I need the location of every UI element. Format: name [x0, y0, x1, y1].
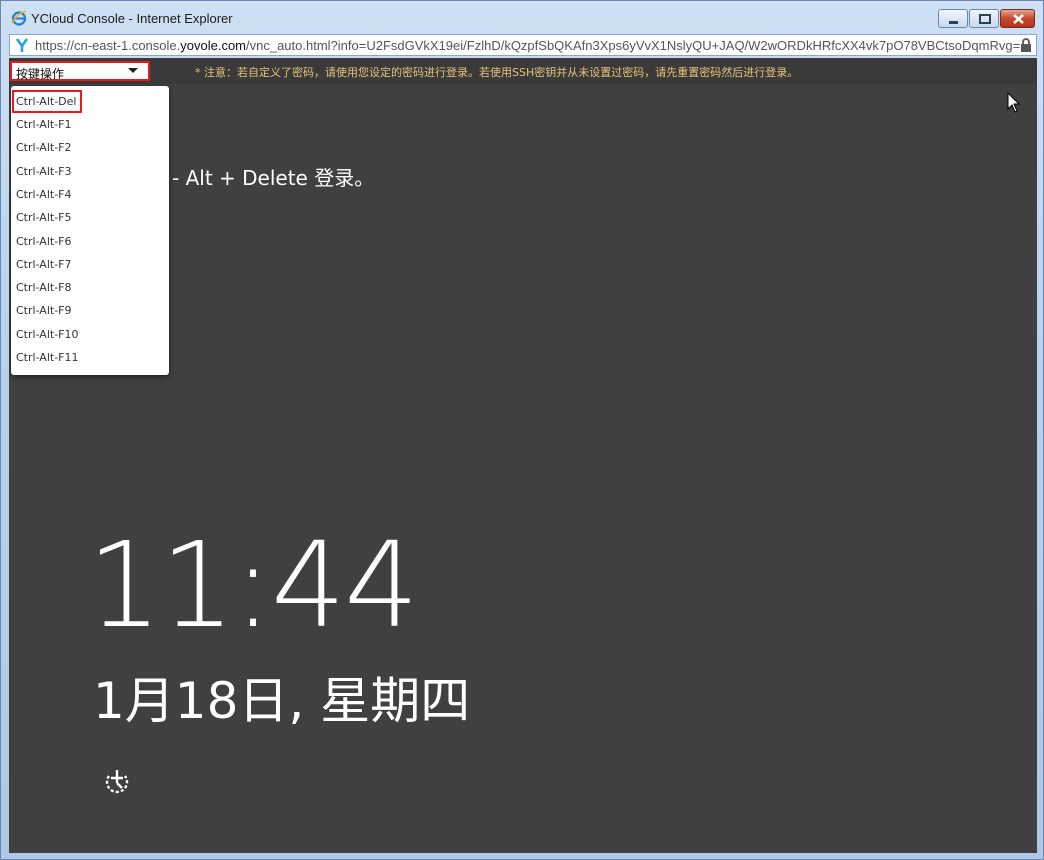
menu-item-ctrl-alt-f4[interactable]: Ctrl-Alt-F4 — [11, 184, 169, 206]
menu-item-ctrl-alt-f2[interactable]: Ctrl-Alt-F2 — [11, 137, 169, 159]
menu-item-ctrl-alt-f7[interactable]: Ctrl-Alt-F7 — [11, 254, 169, 276]
lockscreen-date: 1月18日, 星期四 — [93, 672, 471, 730]
key-action-dropdown: Ctrl-Alt-Del Ctrl-Alt-F1 Ctrl-Alt-F2 Ctr… — [11, 86, 169, 375]
internet-explorer-icon — [11, 11, 27, 26]
menu-item-ctrl-alt-f11[interactable]: Ctrl-Alt-F11 — [11, 347, 169, 369]
console-toolbar: 按键操作 * 注意：若自定义了密码，请使用您设定的密码进行登录。若使用SSH密钥… — [9, 58, 1037, 84]
menu-item-ctrl-alt-f5[interactable]: Ctrl-Alt-F5 — [11, 207, 169, 229]
menu-item-ctrl-alt-f8[interactable]: Ctrl-Alt-F8 — [11, 277, 169, 299]
selected-item-highlight — [12, 90, 82, 113]
close-icon — [1013, 14, 1024, 24]
menu-item-ctrl-alt-f10[interactable]: Ctrl-Alt-F10 — [11, 324, 169, 346]
menu-item-ctrl-alt-f1[interactable]: Ctrl-Alt-F1 — [11, 114, 169, 136]
minimize-icon — [949, 21, 958, 24]
password-notice: * 注意：若自定义了密码，请使用您设定的密码进行登录。若使用SSH密钥并从未设置… — [195, 66, 799, 79]
mouse-cursor-icon — [1007, 92, 1021, 113]
minimize-button[interactable] — [938, 9, 968, 28]
vnc-console[interactable]: 按键操作 * 注意：若自定义了密码，请使用您设定的密码进行登录。若使用SSH密钥… — [9, 58, 1037, 853]
menu-item-ctrl-alt-f3[interactable]: Ctrl-Alt-F3 — [11, 161, 169, 183]
url-host: yovole.com — [180, 38, 246, 53]
browser-window: YCloud Console - Internet Explorer https… — [0, 0, 1044, 860]
menu-item-ctrl-alt-f6[interactable]: Ctrl-Alt-F6 — [11, 231, 169, 253]
title-bar[interactable]: YCloud Console - Internet Explorer — [1, 1, 1043, 33]
url-path: /vnc_auto.html?info=U2FsdGVkX19ei/FzlhD/… — [246, 38, 1020, 53]
address-bar[interactable]: https://cn-east-1.console.yovole.com/vnc… — [9, 34, 1037, 56]
restore-icon — [979, 14, 991, 24]
window-title: YCloud Console - Internet Explorer — [31, 11, 233, 26]
ease-of-access-icon[interactable] — [103, 766, 131, 794]
lockscreen-time: 11:44 — [87, 516, 419, 654]
key-action-label: 按键操作 — [16, 67, 65, 81]
url-prefix: https://cn-east-1.console. — [35, 38, 181, 53]
menu-item-ctrl-alt-f9[interactable]: Ctrl-Alt-F9 — [11, 300, 169, 322]
url-text[interactable]: https://cn-east-1.console.yovole.com/vnc… — [35, 38, 1020, 53]
restore-button[interactable] — [969, 9, 999, 28]
login-hint: - Alt + Delete 登录。 — [172, 166, 375, 190]
site-favicon-icon — [15, 38, 29, 52]
key-action-select[interactable]: 按键操作 — [10, 61, 150, 81]
close-button[interactable] — [1000, 9, 1035, 28]
lock-icon[interactable] — [1020, 38, 1032, 52]
chevron-down-icon — [128, 68, 138, 73]
